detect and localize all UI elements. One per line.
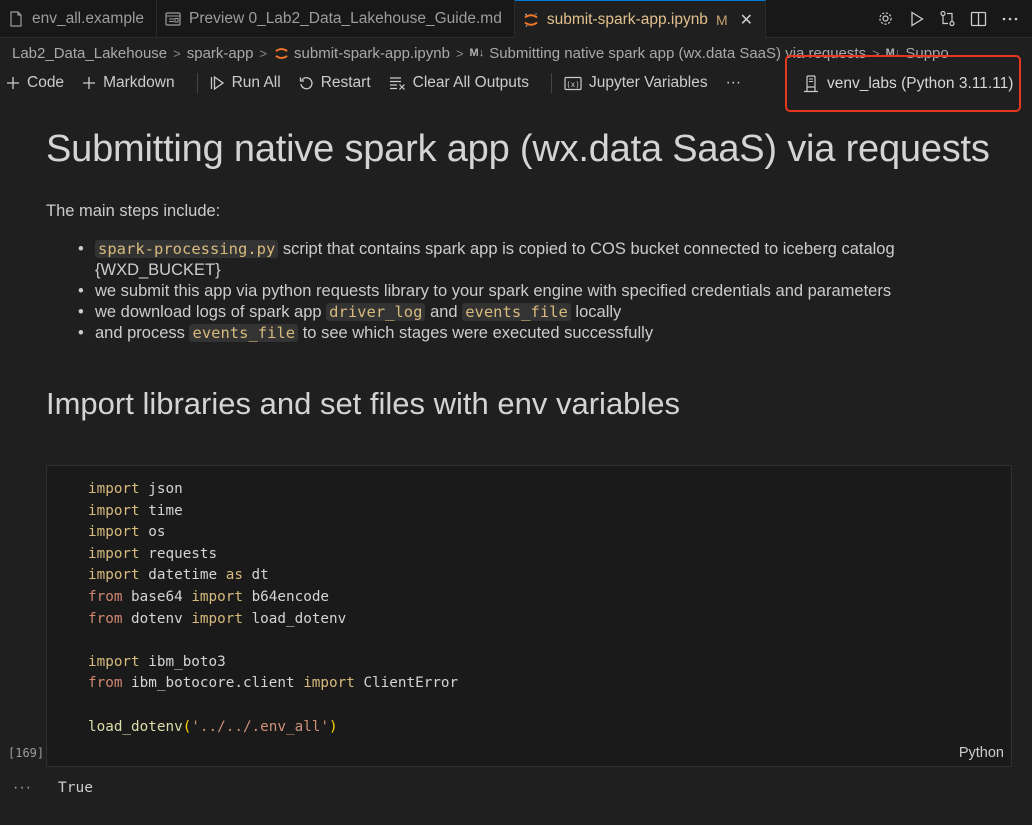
tab-label: submit-spark-app.ipynb [546,11,708,28]
add-code-cell-button[interactable]: Code [6,74,74,92]
breadcrumb-item-subfolder[interactable]: spark-app [187,45,254,62]
chevron-right-icon: > [173,45,181,61]
more-icon: ··· [725,74,742,91]
list-item-text: and [425,303,463,321]
clear-outputs-label: Clear All Outputs [412,74,529,91]
add-markdown-cell-button[interactable]: Markdown [82,74,185,92]
list-item: spark-processing.py script that contains… [78,239,1005,281]
kernel-label: venv_labs (Python 3.11.11) [827,74,1014,92]
run-all-button[interactable]: Run All [210,74,291,92]
kernel-picker-button[interactable]: venv_labs (Python 3.11.11) [785,55,1021,112]
inline-code: events_file [462,303,571,321]
tab-submit-spark-app[interactable]: submit-spark-app.ipynb M ✕ [514,0,767,39]
close-icon[interactable]: ✕ [740,10,753,30]
steps-list: spark-processing.py script that contains… [78,239,1005,344]
jupyter-icon [523,12,539,28]
list-item: and process events_file to see which sta… [78,323,1005,344]
list-item: we submit this app via python requests l… [78,281,1005,302]
jupyter-icon [273,45,289,61]
restart-icon [299,76,314,91]
gear-icon[interactable] [875,8,896,29]
markdown-icon: M↓ [469,47,485,59]
breadcrumb-item-folder[interactable]: Lab2_Data_Lakehouse [12,45,167,62]
list-item-text: and process [95,324,190,342]
split-editor-icon[interactable] [968,8,989,29]
list-item-text: locally [570,303,622,321]
clear-outputs-button[interactable]: Clear All Outputs [389,74,539,92]
modified-badge: M [715,12,728,28]
toolbar-divider [550,73,552,93]
breadcrumb-item-file[interactable]: submit-spark-app.ipynb [294,45,450,62]
preview-icon [165,11,181,27]
editor-actions [875,0,1032,37]
file-icon [8,11,24,27]
server-environment-icon [803,74,819,93]
variables-icon: (x) [564,76,582,91]
code-cell[interactable]: import json import time import os import… [46,465,1012,767]
toolbar-divider [196,73,198,93]
tab-label: env_all.example [32,10,145,27]
run-icon[interactable] [906,8,927,29]
page-title: Submitting native spark app (wx.data Saa… [46,128,990,170]
tab-label: Preview 0_Lab2_Data_Lakehouse_Guide.md [189,10,502,27]
list-item-text: we download logs of spark app [95,303,327,321]
plus-icon [82,76,96,90]
run-all-label: Run All [231,74,281,91]
chevron-right-icon: > [455,45,464,61]
code-editor[interactable]: import json import time import os import… [88,479,458,738]
code-button-label: Code [27,74,65,91]
tab-env-all-example[interactable]: env_all.example [0,0,158,38]
cell-language-label[interactable]: Python [959,745,1004,761]
svg-text:(x): (x) [566,80,580,89]
tab-preview-guide[interactable]: Preview 0_Lab2_Data_Lakehouse_Guide.md [157,0,515,38]
section-heading: Import libraries and set files with env … [46,386,681,421]
inline-code: events_file [189,324,299,342]
compare-icon[interactable] [937,8,958,29]
list-item-text: to see which stages were executed succes… [298,324,654,342]
editor-tab-bar: env_all.example Preview 0_Lab2_Data_Lake… [0,0,1032,39]
chevron-right-icon: > [259,45,268,61]
restart-label: Restart [320,74,371,91]
output-menu-icon[interactable]: ··· [13,779,32,797]
restart-button[interactable]: Restart [299,74,381,92]
plus-icon [6,76,20,90]
jupyter-variables-button[interactable]: (x) Jupyter Variables [564,74,718,92]
markdown-button-label: Markdown [103,74,175,91]
list-item: we download logs of spark app driver_log… [78,302,1005,323]
clear-all-icon [389,76,406,90]
list-item-text: we submit this app via python requests l… [95,282,892,300]
jupyter-variables-label: Jupyter Variables [588,74,708,91]
cell-output: True [58,780,93,796]
more-icon[interactable] [999,8,1020,29]
inline-code: spark-processing.py [95,240,279,258]
more-actions-button[interactable]: ··· [726,74,752,92]
run-all-icon [210,75,225,91]
execution-count: [169] [8,746,45,760]
inline-code: driver_log [326,303,426,321]
intro-text: The main steps include: [46,202,221,220]
